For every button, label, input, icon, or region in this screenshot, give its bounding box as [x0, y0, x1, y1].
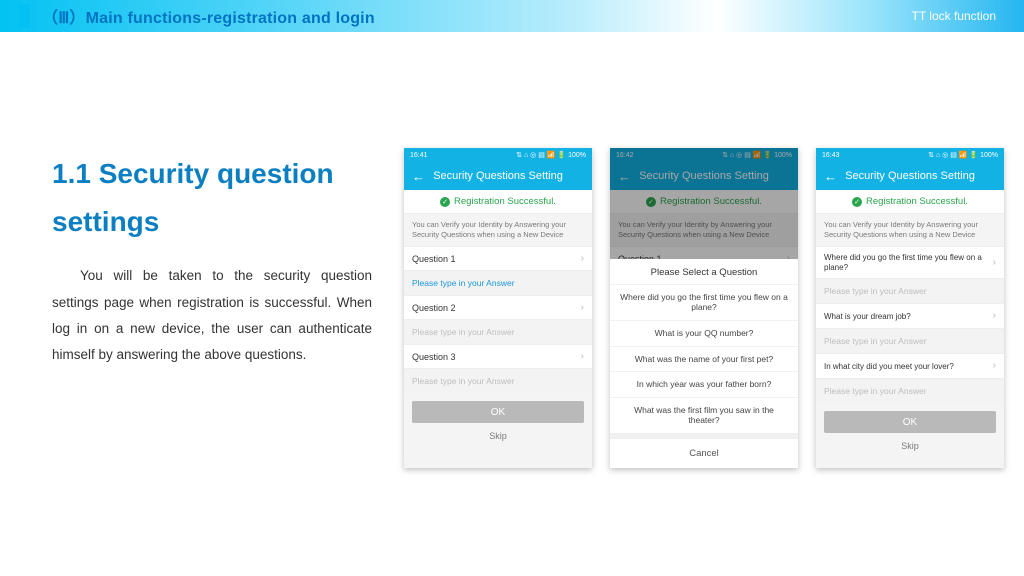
- text-content: 1.1 Security question settings You will …: [52, 150, 372, 368]
- question-2-row[interactable]: What is your dream job? ›: [816, 303, 1004, 329]
- question-2-label: What is your dream job?: [824, 312, 911, 322]
- status-icons: ⇅ ⌂ ◎ ▤ 📶 🔋 100%: [928, 151, 998, 159]
- sheet-option[interactable]: Where did you go the first time you flew…: [610, 284, 798, 320]
- status-bar: 16:41 ⇅ ⌂ ◎ ▤ 📶 🔋 100%: [404, 148, 592, 162]
- chevron-right-icon: ›: [581, 302, 584, 313]
- sheet-option[interactable]: What is your QQ number?: [610, 320, 798, 346]
- appbar-title: Security Questions Setting: [433, 170, 563, 182]
- chevron-right-icon: ›: [993, 257, 996, 269]
- phone-screenshot-1: 16:41 ⇅ ⌂ ◎ ▤ 📶 🔋 100% ← Security Questi…: [404, 148, 592, 468]
- chevron-right-icon: ›: [581, 253, 584, 264]
- app-bar: ← Security Questions Setting: [404, 162, 592, 190]
- appbar-title: Security Questions Setting: [845, 170, 975, 182]
- question-3-label: In what city did you meet your lover?: [824, 362, 954, 372]
- answer-1-input[interactable]: Please type in your Answer: [404, 271, 592, 295]
- status-time: 16:43: [822, 152, 840, 159]
- question-2-row[interactable]: Question 2 ›: [404, 295, 592, 320]
- answer-3-input[interactable]: Please type in your Answer: [816, 379, 1004, 403]
- topbar-title: （Ⅲ）Main functions-registration and login: [42, 4, 375, 28]
- slide-topbar: （Ⅲ）Main functions-registration and login…: [0, 0, 1024, 32]
- check-icon: ✓: [852, 197, 862, 207]
- banner-text: Registration Successful.: [454, 196, 556, 207]
- app-bar: ← Security Questions Setting: [816, 162, 1004, 190]
- status-icons: ⇅ ⌂ ◎ ▤ 📶 🔋 100%: [516, 151, 586, 159]
- status-bar: 16:43 ⇅ ⌂ ◎ ▤ 📶 🔋 100%: [816, 148, 1004, 162]
- question-3-row[interactable]: In what city did you meet your lover? ›: [816, 353, 1004, 379]
- back-icon[interactable]: ←: [824, 169, 837, 184]
- chevron-right-icon: ›: [993, 310, 996, 322]
- question-picker-sheet: Please Select a Question Where did you g…: [610, 259, 798, 468]
- answer-2-input[interactable]: Please type in your Answer: [816, 329, 1004, 353]
- topbar-tag: TT lock function: [912, 9, 996, 23]
- ok-button[interactable]: OK: [824, 411, 996, 433]
- phone-row: 16:41 ⇅ ⌂ ◎ ▤ 📶 🔋 100% ← Security Questi…: [404, 148, 1004, 468]
- success-banner: ✓ Registration Successful.: [816, 190, 1004, 214]
- back-icon[interactable]: ←: [412, 169, 425, 184]
- chevron-right-icon: ›: [581, 351, 584, 362]
- chevron-right-icon: ›: [993, 360, 996, 372]
- question-1-row[interactable]: Question 1 ›: [404, 246, 592, 271]
- question-2-label: Question 2: [412, 303, 456, 313]
- answer-3-input[interactable]: Please type in your Answer: [404, 369, 592, 393]
- phone-screenshot-2: 16:42 ⇅ ⌂ ◎ ▤ 📶 🔋 100% ← Security Questi…: [610, 148, 798, 468]
- answer-1-input[interactable]: Please type in your Answer: [816, 279, 1004, 303]
- question-1-row[interactable]: Where did you go the first time you flew…: [816, 246, 1004, 279]
- hint-text: You can Verify your Identity by Answerin…: [404, 214, 592, 246]
- section-body: You will be taken to the security questi…: [52, 263, 372, 368]
- topbar-accent: [18, 4, 30, 28]
- phone-screenshot-3: 16:43 ⇅ ⌂ ◎ ▤ 📶 🔋 100% ← Security Questi…: [816, 148, 1004, 468]
- section-heading: 1.1 Security question settings: [52, 150, 372, 245]
- question-3-label: Question 3: [412, 352, 456, 362]
- question-1-label: Question 1: [412, 254, 456, 264]
- status-time: 16:41: [410, 152, 428, 159]
- sheet-title: Please Select a Question: [610, 259, 798, 284]
- success-banner: ✓ Registration Successful.: [404, 190, 592, 214]
- sheet-option[interactable]: What was the first film you saw in the t…: [610, 397, 798, 433]
- skip-link[interactable]: Skip: [816, 437, 1004, 459]
- banner-text: Registration Successful.: [866, 196, 968, 207]
- question-3-row[interactable]: Question 3 ›: [404, 344, 592, 369]
- sheet-cancel[interactable]: Cancel: [610, 433, 798, 468]
- hint-text: You can Verify your Identity by Answerin…: [816, 214, 1004, 246]
- sheet-option[interactable]: In which year was your father born?: [610, 371, 798, 397]
- ok-button[interactable]: OK: [412, 401, 584, 423]
- answer-2-input[interactable]: Please type in your Answer: [404, 320, 592, 344]
- check-icon: ✓: [440, 197, 450, 207]
- sheet-option[interactable]: What was the name of your first pet?: [610, 346, 798, 372]
- skip-link[interactable]: Skip: [404, 427, 592, 449]
- question-1-label: Where did you go the first time you flew…: [824, 253, 993, 272]
